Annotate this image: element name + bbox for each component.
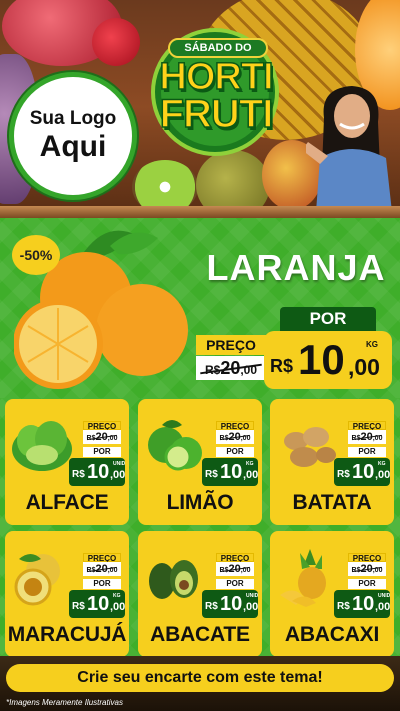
por-label: POR — [216, 447, 254, 457]
product-name: ABACAXI — [284, 623, 380, 646]
disclaimer-text: *Imagens Meramente Ilustrativas — [6, 698, 123, 707]
lime-icon — [148, 420, 202, 471]
product-card-maracuja[interactable]: PREÇO R$20,00 POR R$ 10 ,00 KG MARACUJÁ — [5, 531, 129, 657]
price-cents: ,00 — [243, 601, 259, 613]
currency: R$ — [205, 601, 218, 612]
strawberry-image — [92, 18, 140, 66]
hero-preco-label: PREÇO — [196, 335, 266, 355]
hero-new-currency: R$ — [270, 356, 294, 376]
currency: R$ — [337, 469, 350, 480]
old-price: R$20,00 — [216, 562, 254, 576]
product-card-abacaxi[interactable]: PREÇO R$20,00 POR R$ 10 ,00 UNID ABACAXI — [270, 531, 394, 657]
product-name: MARACUJÁ — [7, 623, 127, 646]
currency: R$ — [72, 601, 85, 612]
price-int: 10 — [220, 461, 243, 483]
preco-label: PREÇO — [348, 553, 386, 563]
price-unit: KG — [246, 461, 254, 467]
preco-label: PREÇO — [83, 421, 121, 431]
hero-new-int: 10 — [298, 336, 345, 383]
por-label: POR — [348, 579, 386, 589]
title-horti: HORTI — [159, 56, 275, 98]
hero-por-label: POR — [280, 307, 376, 331]
flyer: Sua Logo Aqui SÁBADO DO HORTI FRUTI -50%… — [0, 0, 400, 711]
product-name: LIMÃO — [166, 491, 234, 514]
currency: R$ — [205, 469, 218, 480]
price-int: 10 — [220, 593, 243, 615]
logo-placeholder[interactable]: Sua Logo Aqui — [9, 72, 137, 200]
price-cents: ,00 — [375, 601, 391, 613]
event-label: SÁBADO DO — [168, 38, 268, 58]
price-unit: UNID — [113, 461, 126, 467]
title-fruti: FRUTI — [159, 92, 274, 136]
wood-divider — [0, 206, 400, 218]
old-price: R$20,00 — [216, 430, 254, 444]
product-name: ABACATE — [150, 623, 250, 646]
old-price: R$20,00 — [83, 562, 121, 576]
potato-icon — [284, 427, 336, 467]
product-name: ALFACE — [25, 491, 109, 514]
logo-text-line2: Aqui — [39, 130, 107, 163]
product-card-limao[interactable]: PREÇO R$20,00 POR R$ 10 ,00 KG LIMÃO — [138, 399, 262, 525]
product-name: BATATA — [292, 491, 372, 514]
woman-pointing-image — [306, 86, 392, 212]
por-label: POR — [216, 579, 254, 589]
price-cents: ,00 — [375, 469, 391, 481]
old-price: R$20,00 — [83, 430, 121, 444]
hero-product-name: LARANJA — [206, 247, 386, 288]
product-card-alface[interactable]: PREÇO R$20,00 POR R$ 10 ,00 UNID ALFACE — [5, 399, 129, 525]
cta-button[interactable]: Crie seu encarte com este tema! — [6, 664, 394, 692]
por-label: POR — [83, 579, 121, 589]
product-card-abacate[interactable]: PREÇO R$20,00 POR R$ 10 ,00 UNID ABACATE — [138, 531, 262, 657]
por-label: POR — [83, 447, 121, 457]
avocado-icon — [149, 560, 198, 599]
lettuce-icon — [12, 421, 72, 471]
price-unit: UNID — [378, 593, 391, 599]
discount-badge: -50% — [12, 235, 60, 275]
currency: R$ — [72, 469, 85, 480]
price-int: 10 — [87, 593, 110, 615]
price-unit: UNID — [246, 593, 259, 599]
por-label: POR — [348, 447, 386, 457]
price-cents: ,00 — [110, 601, 126, 613]
header-banner: Sua Logo Aqui SÁBADO DO HORTI FRUTI — [0, 0, 400, 214]
price-cents: ,00 — [243, 469, 259, 481]
preco-label: PREÇO — [83, 553, 121, 563]
price-unit: KG — [378, 461, 386, 467]
preco-label: PREÇO — [348, 421, 386, 431]
logo-text-line1: Sua Logo — [29, 108, 117, 129]
preco-label: PREÇO — [216, 421, 254, 431]
hero-new-cents: ,00 — [348, 354, 380, 380]
currency: R$ — [337, 601, 350, 612]
price-int: 10 — [87, 461, 110, 483]
price-int: 10 — [352, 461, 375, 483]
price-unit: KG — [113, 593, 121, 599]
hero-unit: KG — [366, 340, 378, 349]
pineapple-icon — [280, 549, 326, 607]
preco-label: PREÇO — [216, 553, 254, 563]
price-cents: ,00 — [110, 469, 126, 481]
product-card-batata[interactable]: PREÇO R$20,00 POR R$ 10 ,00 KG BATATA — [270, 399, 394, 525]
price-int: 10 — [352, 593, 375, 615]
old-price: R$20,00 — [348, 562, 386, 576]
old-price: R$20,00 — [348, 430, 386, 444]
hero-old-price: R$20,00 — [196, 356, 266, 380]
passion-fruit-icon — [14, 554, 60, 606]
